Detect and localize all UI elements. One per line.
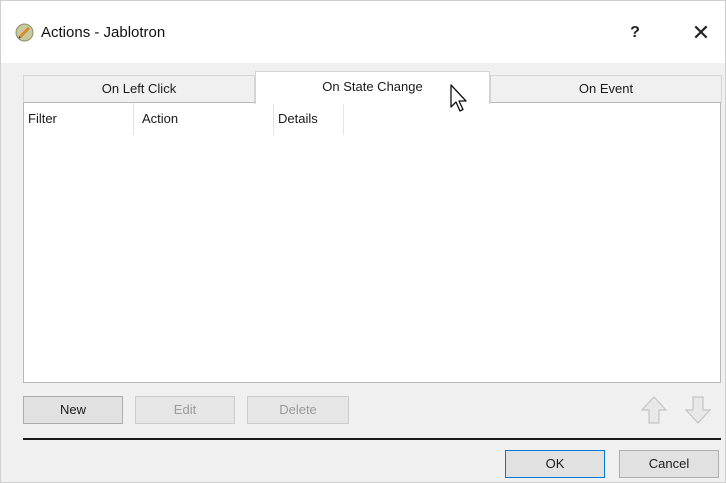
ok-button[interactable]: OK xyxy=(505,450,605,478)
mouse-cursor-icon xyxy=(450,84,467,112)
window-title: Actions - Jablotron xyxy=(41,24,166,41)
column-header-action[interactable]: Action xyxy=(134,103,274,135)
actions-list-panel[interactable]: Filter Action Details xyxy=(23,102,721,383)
cancel-button[interactable]: Cancel xyxy=(619,450,719,478)
app-icon xyxy=(15,23,34,42)
footer-divider xyxy=(23,438,721,440)
delete-button[interactable]: Delete xyxy=(247,396,349,424)
column-header-filter[interactable]: Filter xyxy=(24,103,134,135)
column-header-details[interactable]: Details xyxy=(274,103,344,135)
arrow-down-icon[interactable] xyxy=(683,394,713,426)
new-button[interactable]: New xyxy=(23,396,123,424)
title-bar: Actions - Jablotron ? ✕ xyxy=(1,1,725,63)
actions-dialog: Actions - Jablotron ? ✕ On Left Click On… xyxy=(0,0,726,483)
close-button[interactable]: ✕ xyxy=(683,17,719,49)
edit-button[interactable]: Edit xyxy=(135,396,235,424)
tab-on-left-click[interactable]: On Left Click xyxy=(23,75,255,103)
help-button[interactable]: ? xyxy=(621,19,649,47)
tab-on-event[interactable]: On Event xyxy=(490,75,722,103)
arrow-up-icon[interactable] xyxy=(639,394,669,426)
tab-strip: On Left Click On State Change On Event xyxy=(23,71,722,104)
